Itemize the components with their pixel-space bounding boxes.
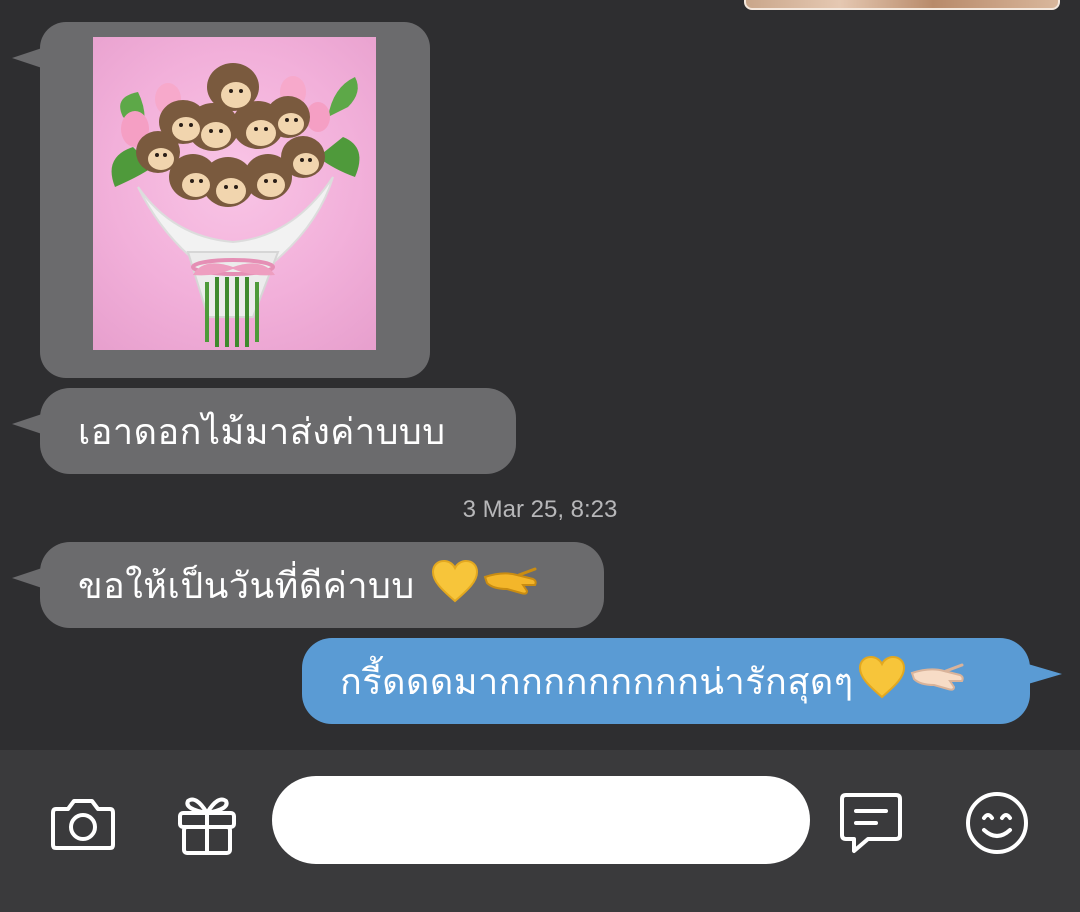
incoming-message-bubble[interactable]: เอาดอกไม้มาส่งค่าบบบ	[40, 388, 516, 474]
pinching-hand-icon	[910, 659, 966, 704]
chat-bubble-icon	[840, 793, 902, 853]
previous-image-message[interactable]	[744, 0, 1060, 10]
message-text: เอาดอกไม้มาส่งค่าบบบ	[78, 411, 446, 453]
yellow-heart-icon	[431, 559, 479, 612]
bubble-tail	[12, 568, 42, 588]
bubble-tail	[1028, 664, 1062, 684]
image-message-bubble[interactable]	[40, 22, 430, 378]
pinching-hand-icon	[483, 563, 539, 608]
emoji-button[interactable]	[962, 788, 1032, 858]
chat-button[interactable]	[836, 788, 906, 858]
camera-icon	[51, 799, 115, 850]
message-timestamp: 3 Mar 25, 8:23	[462, 496, 618, 523]
message-text: กรี้ดดดมากกกกกกกกกน่ารักสุดๆ	[340, 661, 854, 703]
smiley-icon	[966, 792, 1028, 854]
bubble-tail	[12, 414, 42, 434]
gift-button[interactable]	[172, 788, 242, 858]
hedgehog-bouquet-illustration	[111, 63, 360, 347]
hedgehog-bouquet-image[interactable]	[93, 37, 376, 350]
outgoing-message-bubble[interactable]: กรี้ดดดมากกกกกกกกกน่ารักสุดๆ	[302, 638, 1030, 724]
yellow-heart-icon	[858, 655, 906, 708]
composer-bar	[0, 750, 1080, 912]
chat-screen: เอาดอกไม้มาส่งค่าบบบ 3 Mar 25, 8:23 ขอให…	[0, 0, 1080, 912]
message-input[interactable]	[272, 776, 810, 864]
message-text: ขอให้เป็นวันที่ดีค่าบบ	[78, 565, 415, 607]
incoming-message-bubble[interactable]: ขอให้เป็นวันที่ดีค่าบบ	[40, 542, 604, 628]
gift-icon	[178, 797, 236, 855]
bubble-tail	[12, 48, 42, 68]
camera-button[interactable]	[48, 788, 118, 858]
